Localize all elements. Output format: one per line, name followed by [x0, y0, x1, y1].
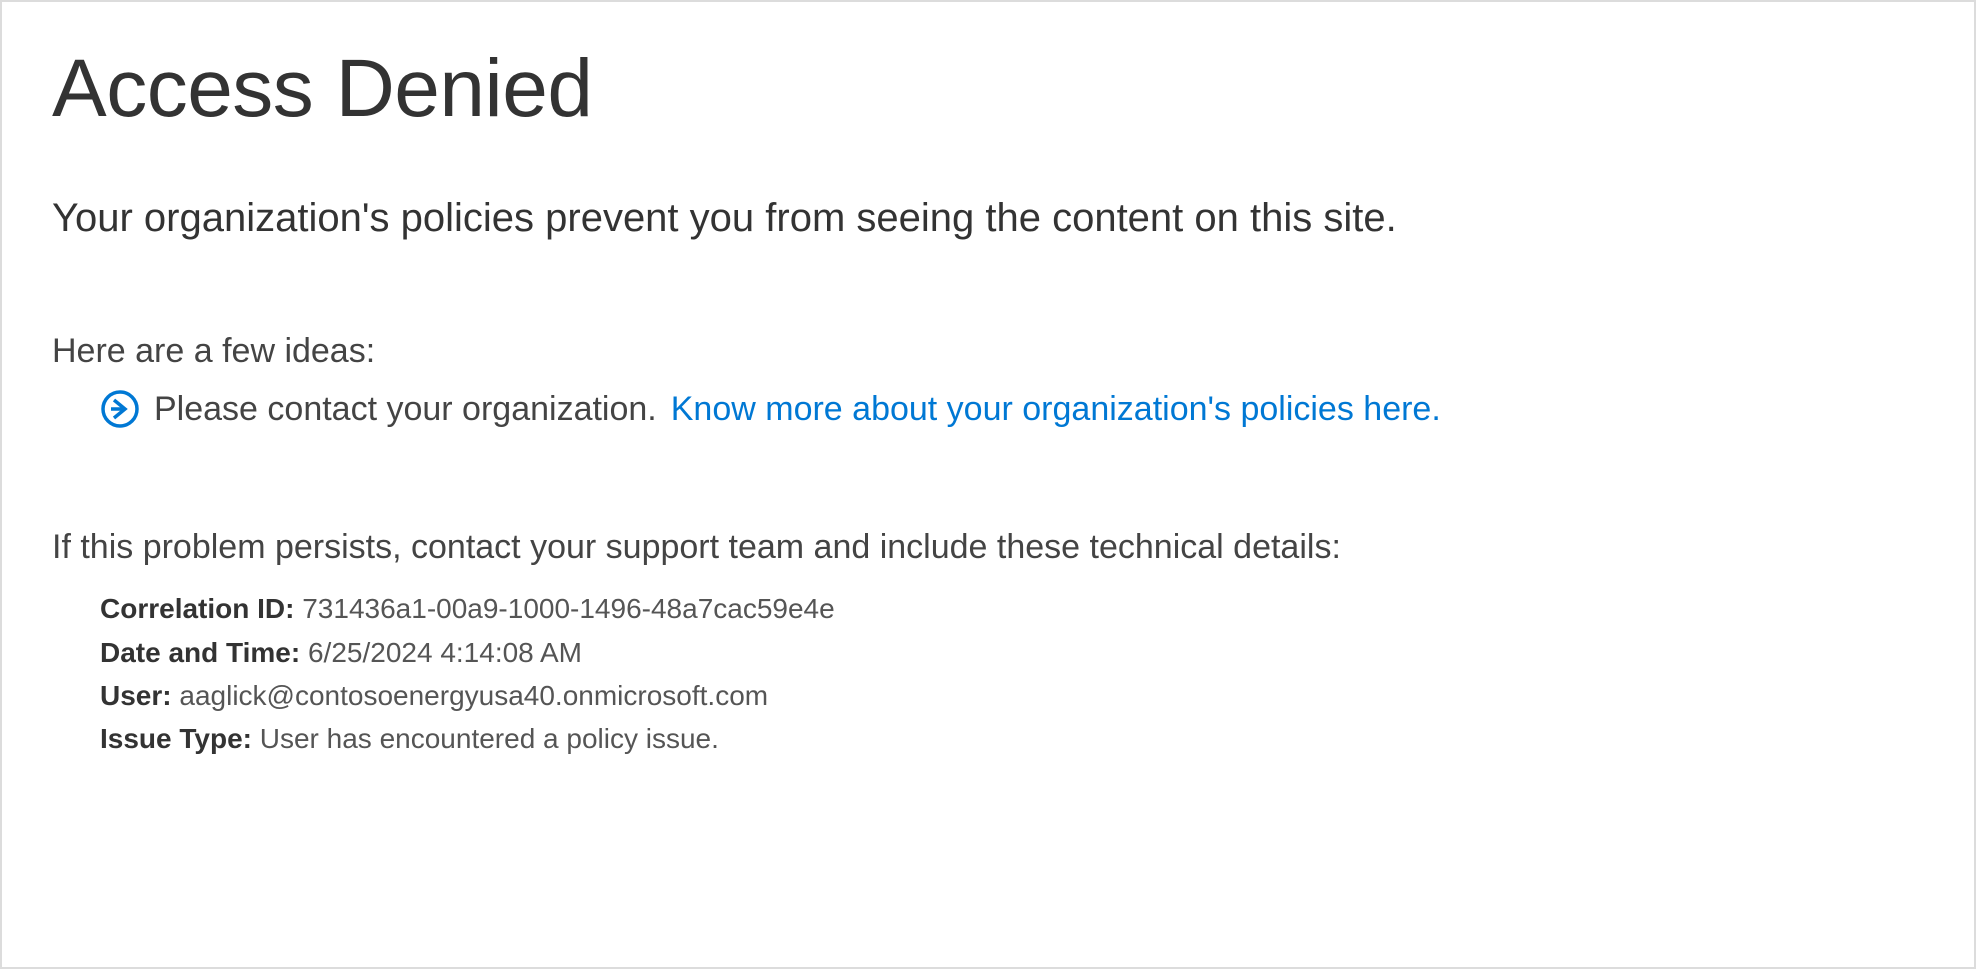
main-message: Your organization's policies prevent you… [52, 192, 1924, 244]
correlation-id-label: Correlation ID: [100, 593, 302, 624]
user-label: User: [100, 680, 179, 711]
issue-type-value: User has encountered a policy issue. [260, 723, 719, 754]
idea-item: Please contact your organization. Know m… [100, 389, 1924, 429]
user-row: User: aaglick@contosoenergyusa40.onmicro… [100, 674, 1924, 717]
correlation-id-row: Correlation ID: 731436a1-00a9-1000-1496-… [100, 587, 1924, 630]
issue-type-label: Issue Type: [100, 723, 260, 754]
user-value: aaglick@contosoenergyusa40.onmicrosoft.c… [179, 680, 768, 711]
page-title: Access Denied [52, 42, 1924, 136]
correlation-id-value: 731436a1-00a9-1000-1496-48a7cac59e4e [302, 593, 834, 624]
policies-link[interactable]: Know more about your organization's poli… [671, 390, 1441, 429]
arrow-right-circle-icon [100, 389, 140, 429]
idea-text: Please contact your organization. [154, 390, 657, 429]
technical-details: Correlation ID: 731436a1-00a9-1000-1496-… [100, 587, 1924, 761]
access-denied-panel: Access Denied Your organization's polici… [0, 0, 1976, 969]
ideas-heading: Here are a few ideas: [52, 332, 1924, 371]
support-heading: If this problem persists, contact your s… [52, 525, 1924, 569]
issue-type-row: Issue Type: User has encountered a polic… [100, 717, 1924, 760]
date-time-row: Date and Time: 6/25/2024 4:14:08 AM [100, 631, 1924, 674]
date-time-label: Date and Time: [100, 637, 308, 668]
date-time-value: 6/25/2024 4:14:08 AM [308, 637, 582, 668]
